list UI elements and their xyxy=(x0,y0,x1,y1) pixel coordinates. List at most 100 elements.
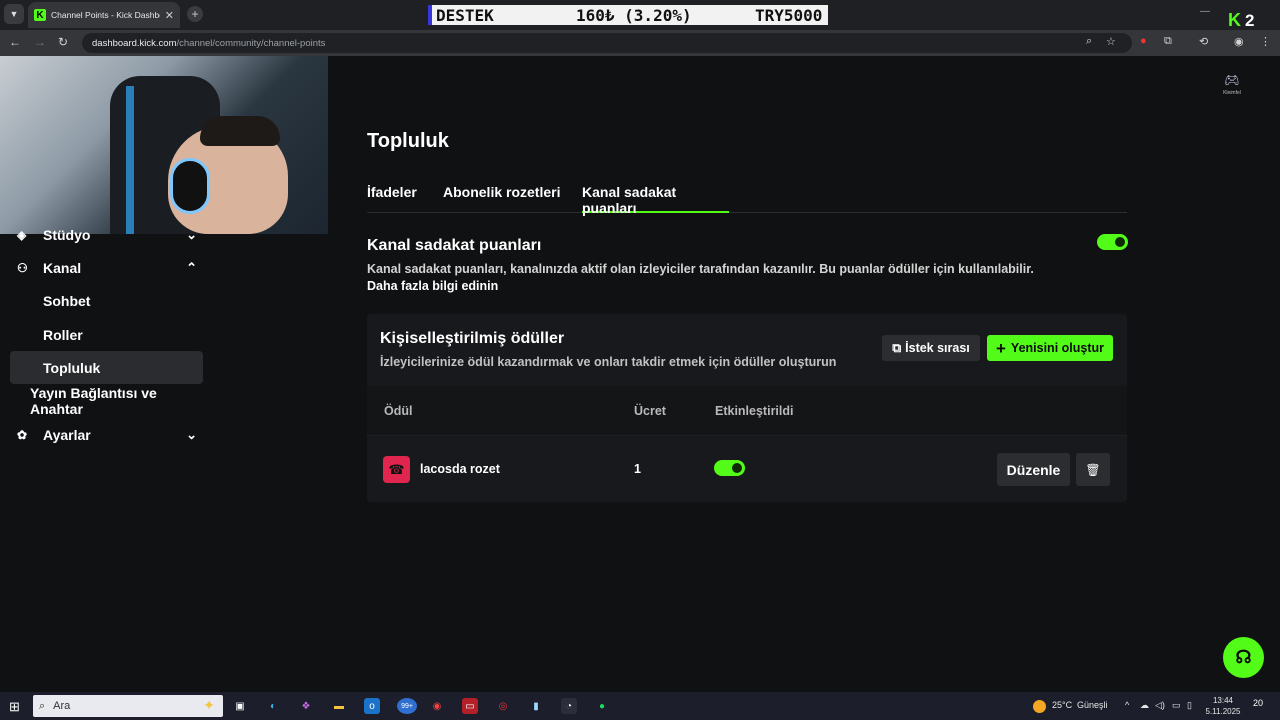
chrome-icon[interactable]: ◉ xyxy=(429,698,445,714)
sidebar-item-chat[interactable]: Sohbet xyxy=(10,284,203,317)
edit-reward-button[interactable]: Düzenle xyxy=(997,453,1070,486)
sidebar-item-label: Sohbet xyxy=(43,292,91,309)
support-headset-icon[interactable]: ☊ xyxy=(1223,637,1264,678)
browser-toolbar: ← → ↻ dashboard.kick.com/channel/communi… xyxy=(0,30,1280,56)
tray-chevron-up-icon[interactable]: ^ xyxy=(1125,700,1129,710)
chevron-up-icon: ⌃ xyxy=(186,259,197,275)
gamepad-icon: 🎮︎ xyxy=(1224,73,1240,87)
copilot-sparkle-icon: ✦ xyxy=(203,697,215,713)
reload-icon[interactable]: ↻ xyxy=(58,35,68,49)
whatsapp-badge-icon[interactable]: 99+ xyxy=(397,698,417,714)
section-title: Kanal sadakat puanları xyxy=(367,237,542,254)
task-view-icon[interactable]: ▣ xyxy=(232,698,248,714)
bookmark-star-icon[interactable]: ☆ xyxy=(1106,35,1116,48)
rewards-table-header: Ödül Ücret Etkinleştirildi xyxy=(367,386,1127,436)
create-reward-label: Yenisini oluştur xyxy=(1010,341,1104,355)
learn-more-link[interactable]: Daha fazla bilgi edinin xyxy=(367,279,498,293)
volume-icon[interactable]: ◁) xyxy=(1155,700,1165,711)
sidebar-item-community[interactable]: Topluluk xyxy=(10,351,203,384)
reward-enabled-toggle[interactable] xyxy=(714,460,745,476)
sidebar: ◈ Stüdyo ⌄ ⚇ Kanal ⌃ Sohbet Roller Toplu… xyxy=(0,56,328,692)
reward-phone-icon: ☎ xyxy=(383,456,410,483)
notepad-icon[interactable]: ▮ xyxy=(528,698,544,714)
taskbar-search-placeholder: Ara xyxy=(53,700,71,712)
tab-search-menu-icon[interactable]: ▼ xyxy=(4,4,24,24)
badge-count: 99+ xyxy=(401,702,413,710)
sidebar-item-studio[interactable]: ◈ Stüdyo ⌄ xyxy=(10,218,203,251)
webcam-chair-stripe xyxy=(126,86,134,234)
table-row: ☎ lacosda rozet 1 Düzenle 🗑︎ xyxy=(367,436,1127,502)
voicemeeter-icon[interactable]: ▭ xyxy=(462,698,478,714)
clock-date: 5.11.2025 xyxy=(1205,707,1241,716)
forward-icon[interactable]: → xyxy=(34,35,46,49)
column-reward: Ödül xyxy=(384,404,413,418)
profile-icon[interactable]: ◉ xyxy=(1234,35,1244,48)
webcam-overlay xyxy=(0,56,328,234)
weather-sun-icon xyxy=(1033,700,1046,713)
custom-rewards-card: Kişiselleştirilmiş ödüller İzleyicilerin… xyxy=(367,314,1127,502)
extensions-puzzle-icon[interactable]: ⧉ xyxy=(1164,35,1172,48)
sidebar-item-label: Stüdyo xyxy=(43,226,91,243)
external-link-icon: ⧉ xyxy=(892,340,902,355)
webcam-hair xyxy=(200,116,280,146)
tab-emotes[interactable]: İfadeler xyxy=(367,184,417,213)
url-path: /channel/community/channel-points xyxy=(176,37,326,49)
obs-icon[interactable]: ◎ xyxy=(495,698,511,714)
tab-channel-points[interactable]: Kanal sadakat puanları xyxy=(582,184,729,216)
outlook-icon[interactable]: o xyxy=(364,698,380,714)
request-queue-button[interactable]: ⧉ İstek sırası xyxy=(882,335,980,361)
channel-points-toggle[interactable] xyxy=(1097,234,1128,250)
chart-app-icon[interactable]: ◔ xyxy=(561,698,577,714)
kick-favicon-icon: K xyxy=(34,9,46,21)
user-avatar[interactable]: 🎮︎ Kleimfel xyxy=(1220,73,1244,97)
card-subtitle: İzleyicilerinize ödül kazandırmak ve onl… xyxy=(380,355,837,369)
new-tab-button[interactable]: + xyxy=(187,6,203,22)
tab-close-icon[interactable]: ✕ xyxy=(165,9,174,22)
create-reward-button[interactable]: + Yenisini oluştur xyxy=(987,335,1113,361)
minimize-icon[interactable]: — xyxy=(1200,6,1210,17)
copilot-icon[interactable]: ❖ xyxy=(298,698,314,714)
history-icon[interactable]: ⟲ xyxy=(1199,35,1208,48)
url-host: dashboard.kick.com xyxy=(92,37,177,49)
kick-logo-letter: K xyxy=(1228,10,1241,30)
spotify-icon[interactable]: ● xyxy=(594,698,610,714)
battery-icon[interactable]: ▯ xyxy=(1187,700,1192,711)
address-bar[interactable]: dashboard.kick.com/channel/community/cha… xyxy=(82,33,1132,53)
ticker-label: DESTEK xyxy=(436,5,494,25)
back-icon[interactable]: ← xyxy=(9,35,21,49)
column-enabled: Etkinleştirildi xyxy=(715,404,794,418)
sidebar-item-label: Kanal xyxy=(43,259,82,276)
dashboard-page: ◈ Stüdyo ⌄ ⚇ Kanal ⌃ Sohbet Roller Toplu… xyxy=(0,56,1280,692)
trash-icon[interactable]: 🗑︎ xyxy=(1076,453,1110,486)
browser-tabstrip: ▼ K Channel Points - Kick Dashboar ✕ + D… xyxy=(0,0,1280,30)
browser-menu-icon[interactable]: ⋮ xyxy=(1260,35,1271,48)
sidebar-item-settings[interactable]: ✿ Ayarlar ⌄ xyxy=(10,418,203,451)
edge-icon[interactable]: ◐ xyxy=(265,698,281,714)
extension-red-icon[interactable]: ● xyxy=(1140,35,1147,47)
sidebar-item-channel[interactable]: ⚇ Kanal ⌃ xyxy=(10,251,203,284)
taskbar: ⊞ ⌕ Ara ✦ ▣ ◐ ❖ ▬ o 99+ ◉ ▭ ◎ ▮ ◔ ● 25°C… xyxy=(0,692,1280,720)
webcam-headset xyxy=(170,158,210,214)
network-icon[interactable]: ▭ xyxy=(1172,700,1181,711)
browser-tab[interactable]: K Channel Points - Kick Dashboar ✕ xyxy=(28,2,180,28)
kick-overlay-logo: K 2 xyxy=(1228,10,1254,31)
windows-start-icon[interactable]: ⊞ xyxy=(9,699,20,715)
sidebar-item-label: Yayın Bağlantısı ve Anahtar xyxy=(30,384,157,417)
taskbar-clock[interactable]: 13:44 5.11.2025 xyxy=(1203,695,1243,717)
file-explorer-icon[interactable]: ▬ xyxy=(331,698,347,714)
sidebar-item-label: Topluluk xyxy=(43,359,101,376)
sidebar-item-label: Ayarlar xyxy=(43,426,91,443)
sidebar-item-label: Roller xyxy=(43,326,83,343)
channel-icon: ⚇ xyxy=(17,260,28,275)
sidebar-item-roles[interactable]: Roller xyxy=(10,318,203,351)
gear-icon: ✿ xyxy=(17,427,28,442)
tab-sub-badges[interactable]: Abonelik rozetleri xyxy=(443,184,560,213)
cloud-icon[interactable]: ☁ xyxy=(1140,700,1149,711)
sidebar-item-stream-key[interactable]: Yayın Bağlantısı ve Anahtar xyxy=(10,384,203,417)
page-title: Topluluk xyxy=(367,130,449,152)
notification-badge[interactable]: 20 xyxy=(1253,698,1263,708)
search-icon: ⌕ xyxy=(39,699,46,712)
taskbar-search[interactable]: ⌕ Ara ✦ xyxy=(33,695,223,717)
zoom-icon[interactable]: ⌕ xyxy=(1086,35,1092,48)
ticker-amount: 160₺ (3.20%) xyxy=(576,5,692,25)
